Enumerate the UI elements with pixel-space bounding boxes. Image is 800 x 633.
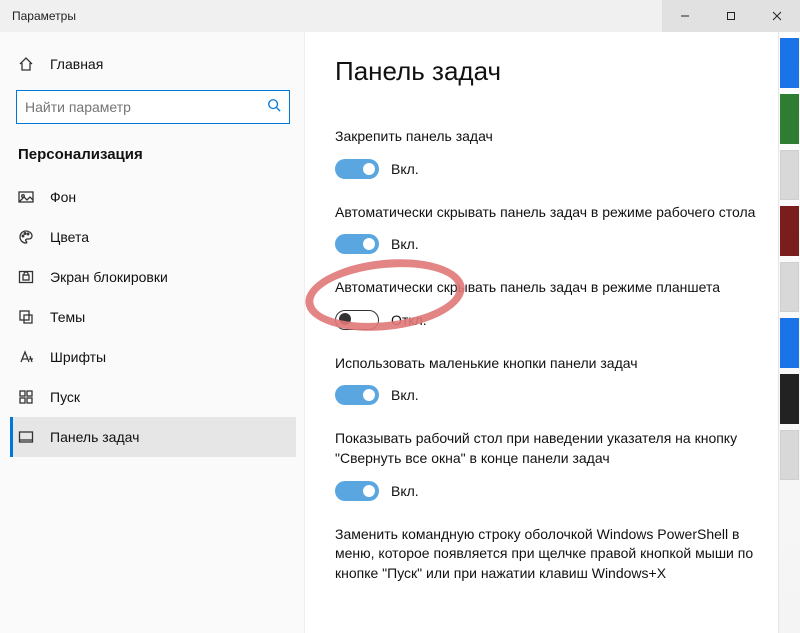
sidebar-section-title: Персонализация	[10, 138, 296, 177]
sidebar-item-themes[interactable]: Темы	[10, 297, 296, 337]
sidebar-item-start[interactable]: Пуск	[10, 377, 296, 417]
window-close-button[interactable]	[754, 0, 800, 32]
lockscreen-icon	[18, 269, 34, 285]
minimize-icon	[680, 11, 690, 21]
toggle-lock-taskbar[interactable]	[335, 159, 379, 179]
toggle-autohide-desktop[interactable]	[335, 234, 379, 254]
toggle-state: Вкл.	[391, 236, 419, 252]
toggle-small-buttons[interactable]	[335, 385, 379, 405]
setting-lock-taskbar: Закрепить панель задач Вкл.	[335, 127, 770, 179]
setting-peek-desktop: Показывать рабочий стол при наведении ук…	[335, 429, 770, 500]
background-window-strip	[778, 32, 800, 633]
window-minimize-button[interactable]	[662, 0, 708, 32]
sidebar-item-background[interactable]: Фон	[10, 177, 296, 217]
window-title: Параметры	[12, 9, 76, 23]
sidebar: Главная Персонализация Фон Цвета Э	[0, 32, 305, 633]
sidebar-item-lockscreen[interactable]: Экран блокировки	[10, 257, 296, 297]
maximize-icon	[726, 11, 736, 21]
sidebar-item-label: Фон	[50, 189, 76, 205]
home-icon	[18, 56, 34, 72]
toggle-autohide-tablet[interactable]	[335, 310, 379, 330]
themes-icon	[18, 309, 34, 325]
toggle-state: Вкл.	[391, 483, 419, 499]
sidebar-item-label: Темы	[50, 309, 85, 325]
setting-label: Заменить командную строку оболочкой Wind…	[335, 525, 770, 584]
close-icon	[772, 11, 782, 21]
search-input[interactable]	[25, 99, 267, 115]
search-input-container[interactable]	[16, 90, 290, 124]
setting-label: Использовать маленькие кнопки панели зад…	[335, 354, 770, 374]
palette-icon	[18, 229, 34, 245]
window-titlebar: Параметры	[0, 0, 800, 32]
toggle-state: Откл.	[391, 312, 427, 328]
sidebar-item-taskbar[interactable]: Панель задач	[10, 417, 296, 457]
sidebar-item-label: Пуск	[50, 389, 80, 405]
sidebar-item-fonts[interactable]: Шрифты	[10, 337, 296, 377]
fonts-icon	[18, 349, 34, 365]
setting-small-buttons: Использовать маленькие кнопки панели зад…	[335, 354, 770, 406]
setting-label: Закрепить панель задач	[335, 127, 770, 147]
page-title: Панель задач	[335, 56, 770, 87]
toggle-peek-desktop[interactable]	[335, 481, 379, 501]
sidebar-item-label: Цвета	[50, 229, 89, 245]
main-panel: Панель задач Закрепить панель задач Вкл.…	[305, 32, 800, 633]
setting-autohide-desktop: Автоматически скрывать панель задач в ре…	[335, 203, 770, 255]
toggle-state: Вкл.	[391, 387, 419, 403]
sidebar-item-label: Экран блокировки	[50, 269, 168, 285]
sidebar-item-label: Панель задач	[50, 429, 139, 445]
setting-label: Автоматически скрывать панель задач в ре…	[335, 203, 770, 223]
taskbar-icon	[18, 429, 34, 445]
setting-label: Показывать рабочий стол при наведении ук…	[335, 429, 770, 468]
search-icon	[267, 98, 281, 117]
setting-autohide-tablet: Автоматически скрывать панель задач в ре…	[335, 278, 770, 330]
window-maximize-button[interactable]	[708, 0, 754, 32]
setting-label: Автоматически скрывать панель задач в ре…	[335, 278, 770, 298]
sidebar-item-label: Шрифты	[50, 349, 106, 365]
setting-replace-cmd-powershell: Заменить командную строку оболочкой Wind…	[335, 525, 770, 584]
sidebar-item-colors[interactable]: Цвета	[10, 217, 296, 257]
sidebar-item-label: Главная	[50, 56, 103, 72]
picture-icon	[18, 189, 34, 205]
toggle-state: Вкл.	[391, 161, 419, 177]
sidebar-item-home[interactable]: Главная	[10, 44, 296, 84]
start-icon	[18, 389, 34, 405]
